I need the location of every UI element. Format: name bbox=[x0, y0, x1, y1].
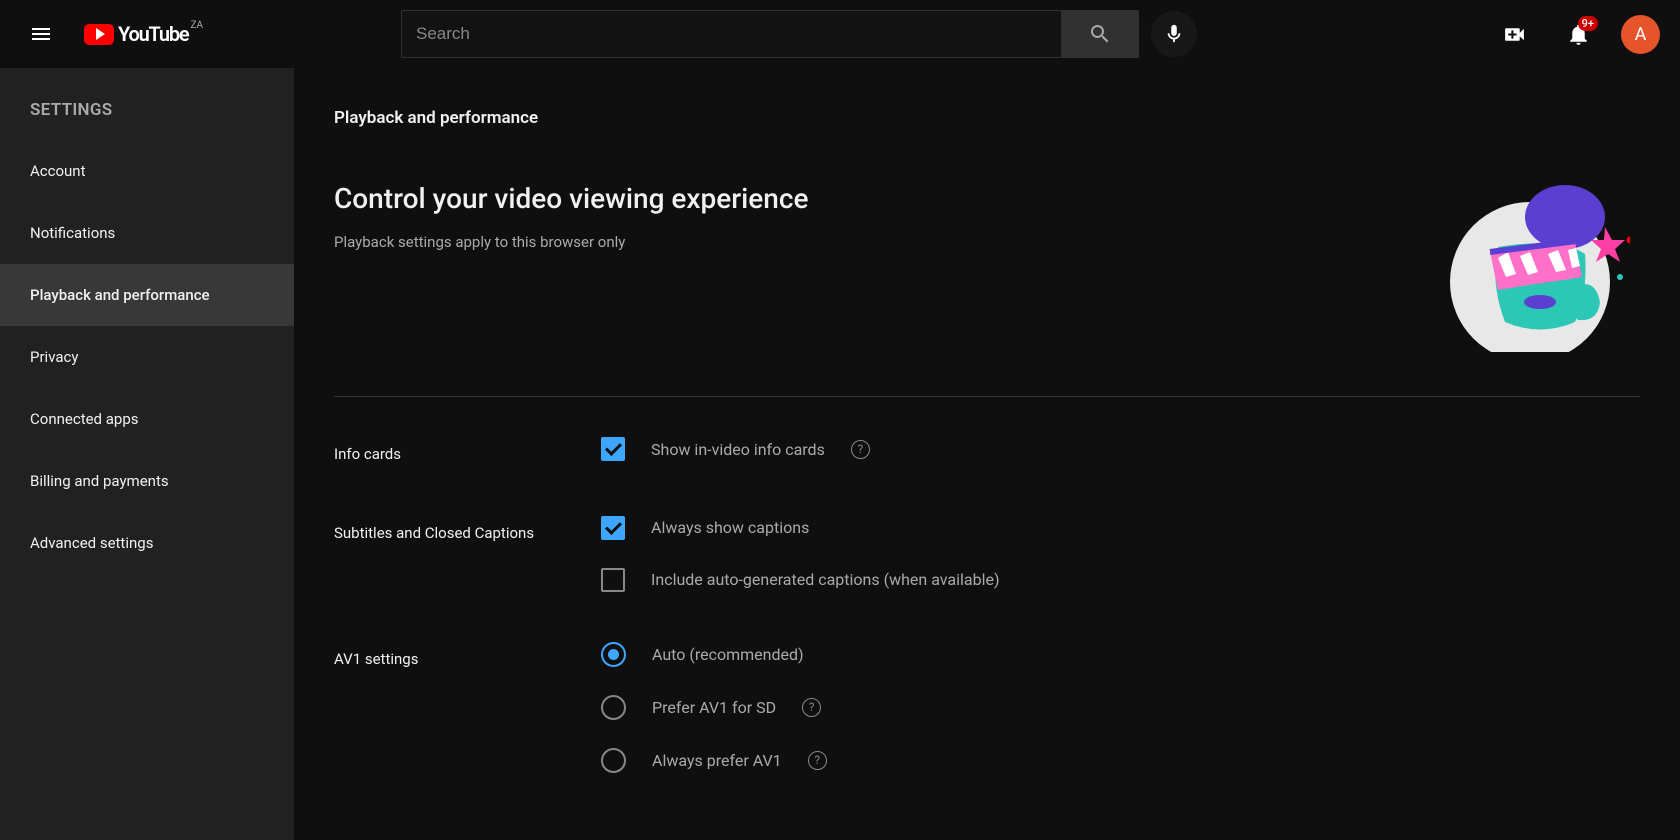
hamburger-menu-button[interactable] bbox=[20, 13, 62, 55]
show-info-cards-text: Show in-video info cards bbox=[651, 440, 825, 459]
captions-section: Subtitles and Closed Captions Always sho… bbox=[334, 516, 1640, 592]
av1-auto-radio[interactable] bbox=[601, 642, 626, 667]
help-icon[interactable]: ? bbox=[808, 751, 827, 770]
search-icon bbox=[1088, 22, 1112, 46]
search-button[interactable] bbox=[1061, 10, 1139, 58]
always-show-captions-checkbox[interactable] bbox=[601, 516, 625, 540]
voice-search-button[interactable] bbox=[1151, 11, 1197, 57]
notification-badge: 9+ bbox=[1578, 16, 1598, 31]
app-header: YouTube ZA 9+ A bbox=[0, 0, 1680, 68]
always-show-captions-text: Always show captions bbox=[651, 518, 809, 537]
sidebar-item-connected-apps[interactable]: Connected apps bbox=[0, 388, 294, 450]
show-info-cards-checkbox[interactable] bbox=[601, 437, 625, 461]
youtube-logo[interactable]: YouTube ZA bbox=[84, 22, 201, 46]
info-cards-section: Info cards Show in-video info cards ? bbox=[334, 437, 1640, 466]
page-title: Playback and performance bbox=[334, 108, 1640, 128]
sidebar-title: SETTINGS bbox=[0, 88, 294, 140]
header-actions: 9+ A bbox=[1493, 13, 1660, 55]
auto-captions-checkbox[interactable] bbox=[601, 568, 625, 592]
av1-sd-text: Prefer AV1 for SD bbox=[652, 698, 776, 717]
sidebar-item-billing[interactable]: Billing and payments bbox=[0, 450, 294, 512]
sidebar-item-advanced[interactable]: Advanced settings bbox=[0, 512, 294, 574]
info-cards-label: Info cards bbox=[334, 437, 601, 466]
help-icon[interactable]: ? bbox=[802, 698, 821, 717]
av1-label: AV1 settings bbox=[334, 642, 601, 671]
av1-always-radio[interactable] bbox=[601, 748, 626, 773]
search-input[interactable] bbox=[401, 10, 1061, 58]
search-bar bbox=[401, 10, 1197, 58]
av1-auto-text: Auto (recommended) bbox=[652, 645, 804, 664]
sidebar-item-playback[interactable]: Playback and performance bbox=[0, 264, 294, 326]
sidebar-item-account[interactable]: Account bbox=[0, 140, 294, 202]
avatar[interactable]: A bbox=[1621, 15, 1660, 54]
hero-sub: Playback settings apply to this browser … bbox=[334, 233, 808, 251]
sidebar-item-privacy[interactable]: Privacy bbox=[0, 326, 294, 388]
logo-text: YouTube bbox=[118, 22, 188, 46]
microphone-icon bbox=[1163, 23, 1185, 45]
captions-label: Subtitles and Closed Captions bbox=[334, 516, 601, 545]
help-icon[interactable]: ? bbox=[851, 440, 870, 459]
create-icon bbox=[1502, 22, 1527, 47]
create-button[interactable] bbox=[1493, 13, 1535, 55]
divider bbox=[334, 396, 1640, 397]
auto-captions-text: Include auto-generated captions (when av… bbox=[651, 570, 1000, 589]
menu-icon bbox=[29, 22, 53, 46]
notifications-button[interactable]: 9+ bbox=[1557, 13, 1599, 55]
hero-illustration bbox=[1420, 182, 1630, 352]
av1-sd-radio[interactable] bbox=[601, 695, 626, 720]
hero-heading: Control your video viewing experience bbox=[334, 182, 808, 215]
youtube-play-icon bbox=[84, 24, 114, 45]
hero-section: Control your video viewing experience Pl… bbox=[334, 182, 1640, 352]
av1-always-text: Always prefer AV1 bbox=[652, 751, 782, 770]
av1-section: AV1 settings Auto (recommended) Prefer A… bbox=[334, 642, 1640, 773]
settings-sidebar: SETTINGS Account Notifications Playback … bbox=[0, 68, 294, 840]
main-content: Playback and performance Control your vi… bbox=[294, 68, 1680, 840]
sidebar-item-notifications[interactable]: Notifications bbox=[0, 202, 294, 264]
country-code: ZA bbox=[190, 20, 203, 31]
